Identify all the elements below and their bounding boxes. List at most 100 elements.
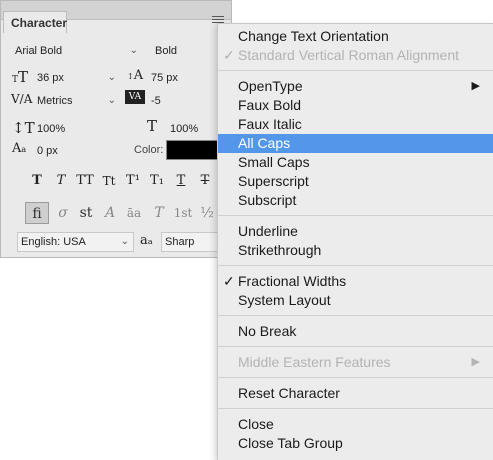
menu-item-small-caps[interactable]: Small Caps [218,153,493,172]
menu-separator [218,70,493,71]
menu-item-no-break[interactable]: No Break [218,322,493,341]
titling-alternates-button[interactable]: T [147,202,171,224]
contextual-alternates-button[interactable]: σ [51,202,75,224]
font-style-select[interactable]: Bold [151,41,221,61]
subscript-button[interactable]: T₁ [146,171,168,191]
character-panel: Character Arial Bold Bold TT 36 px ↕A 75… [0,0,232,258]
menu-item-label: Superscript [238,173,309,189]
tracking-value: -5 [151,95,161,107]
antialias-select[interactable]: Sharp [161,232,219,252]
menu-item-label: All Caps [238,135,291,151]
menu-item-label: Change Text Orientation [238,28,389,44]
checkmark-icon: ✓ [223,47,235,63]
menu-item-middle-eastern-features: Middle Eastern Features ▶ [218,353,493,372]
kerning-select[interactable]: Metrics [33,91,121,111]
kerning-value: Metrics [37,95,73,107]
menu-item-label: Faux Bold [238,97,302,113]
menu-item-label: System Layout [238,292,331,308]
horizontal-scale-field[interactable]: 100% [166,119,224,139]
color-label: Color: [134,144,164,156]
vertical-scale-icon: ↕T [12,119,35,137]
discretionary-ligatures-button[interactable]: st [74,202,98,224]
standard-ligatures-button[interactable]: fi [25,202,49,224]
fractions-button[interactable]: ½ [195,202,219,224]
menu-item-label: Close Tab Group [238,435,343,451]
leading-icon: ↕A [127,68,144,83]
leading-field[interactable]: 75 px [147,68,223,88]
antialias-icon: aₐ [140,233,153,248]
submenu-arrow-icon: ▶ [471,80,480,92]
menu-item-label: Middle Eastern Features [238,354,391,370]
tab-character[interactable]: Character [3,11,67,33]
checkmark-icon: ✓ [223,273,235,289]
panel-flyout-menu: Change Text Orientation ✓ Standard Verti… [217,23,493,460]
font-family-value: Arial Bold [15,45,63,57]
menu-item-label: Faux Italic [238,116,302,132]
font-style-value: Bold [155,45,178,57]
ordinals-button[interactable]: 1st [171,202,195,224]
menu-separator [218,346,493,347]
tab-character-label: Character [11,16,68,30]
tracking-field[interactable]: -5 [147,91,223,111]
vertical-scale-value: 100% [37,123,66,135]
color-swatch[interactable] [166,140,218,160]
menu-item-label: Strikethrough [238,242,322,258]
menu-item-change-text-orientation[interactable]: Change Text Orientation [218,27,493,46]
tracking-icon: VA [125,90,145,104]
menu-item-opentype[interactable]: OpenType ▶ [218,77,493,96]
chevron-down-icon [121,233,129,251]
menu-item-subscript[interactable]: Subscript [218,191,493,210]
font-size-icon: TT [12,68,29,86]
menu-item-label: Subscript [238,192,297,208]
font-family-select[interactable]: Arial Bold [11,41,143,61]
kerning-icon: V/A [11,92,33,106]
menu-item-label: Small Caps [238,154,310,170]
menu-item-strikethrough[interactable]: Strikethrough [218,241,493,260]
faux-bold-button[interactable]: T [26,171,48,191]
menu-item-label: OpenType [238,78,303,94]
menu-separator [218,265,493,266]
menu-item-label: No Break [238,323,297,339]
small-caps-button[interactable]: Tt [98,171,120,191]
swash-button[interactable]: A [98,202,122,224]
menu-item-label: Standard Vertical Roman Alignment [238,47,460,63]
menu-item-close[interactable]: Close [218,415,493,434]
antialias-value: Sharp [165,236,195,248]
menu-item-close-tab-group[interactable]: Close Tab Group [218,434,493,453]
menu-item-label: Fractional Widths [238,273,347,289]
superscript-button[interactable]: T¹ [122,171,144,191]
font-size-field[interactable]: 36 px [33,68,121,88]
menu-item-fractional-widths[interactable]: ✓ Fractional Widths [218,272,493,291]
menu-separator [218,215,493,216]
all-caps-button[interactable]: TT [74,171,96,191]
underline-button[interactable]: T [170,171,192,191]
menu-item-label: Reset Character [238,385,340,401]
menu-item-superscript[interactable]: Superscript [218,172,493,191]
submenu-arrow-icon: ▶ [471,356,480,368]
menu-item-faux-italic[interactable]: Faux Italic [218,115,493,134]
horizontal-scale-icon: T [147,117,158,135]
stylistic-alternates-button[interactable]: āa [122,202,146,224]
baseline-shift-field[interactable]: 0 px [33,141,113,161]
menu-item-all-caps[interactable]: All Caps [218,134,493,153]
baseline-shift-value: 0 px [37,145,58,157]
menu-item-reset-character[interactable]: Reset Character [218,384,493,403]
menu-item-underline[interactable]: Underline [218,222,493,241]
chevron-down-icon [108,92,116,110]
menu-item-system-layout[interactable]: System Layout [218,291,493,310]
font-size-value: 36 px [37,72,64,84]
horizontal-scale-value: 100% [170,123,199,135]
baseline-shift-icon: Aa [12,141,27,156]
chevron-down-icon [108,69,116,87]
menu-item-label: Underline [238,223,298,239]
menu-item-faux-bold[interactable]: Faux Bold [218,96,493,115]
menu-item-standard-vertical-roman-alignment: ✓ Standard Vertical Roman Alignment [218,46,493,65]
menu-separator [218,377,493,378]
strikethrough-button[interactable]: T [194,171,216,191]
faux-italic-button[interactable]: T [50,171,72,191]
language-select[interactable]: English: USA [17,232,134,252]
menu-separator [218,408,493,409]
menu-separator [218,315,493,316]
vertical-scale-field[interactable]: 100% [33,119,113,139]
language-value: English: USA [21,236,86,248]
